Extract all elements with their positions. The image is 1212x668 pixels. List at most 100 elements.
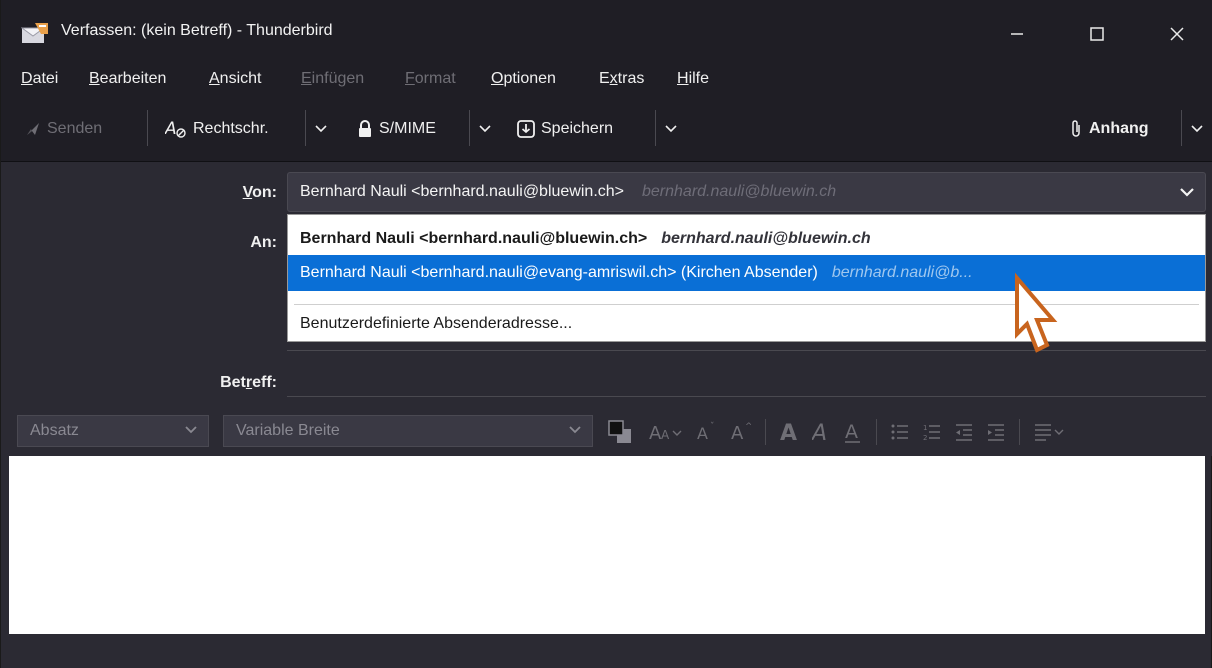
chevron-down-icon [315,125,327,133]
menu-datei[interactable]: Datei [21,70,58,88]
numbered-list-icon[interactable]: 12 [923,423,941,441]
from-identity: Bernhard Nauli <bernhard.nauli@bluewin.c… [300,183,624,200]
spellcheck-button[interactable]: A Rechtschr. [165,118,269,140]
save-icon [517,120,535,138]
align-icon[interactable] [1034,423,1064,441]
attach-dropdown[interactable] [1187,118,1207,140]
svg-text:A: A [731,423,744,443]
svg-text:2: 2 [923,434,927,441]
paragraph-format-value: Absatz [30,422,79,439]
menu-hilfe[interactable]: Hilfe [677,70,709,88]
identity-option-name: Bernhard Nauli <bernhard.nauli@evang-amr… [300,264,818,281]
bold-icon[interactable]: A [780,421,798,443]
menu-bearbeiten[interactable]: Bearbeiten [89,70,166,88]
maximize-button[interactable] [1071,14,1123,54]
smime-label: S/MIME [379,120,436,137]
indent-icon[interactable] [987,423,1005,441]
identity-option-email: bernhard.nauli@b... [831,264,973,281]
smime-button[interactable]: S/MIME [357,118,436,140]
toolbar-divider [147,110,148,146]
svg-text:A: A [165,119,177,139]
chevron-down-icon [665,125,677,133]
send-icon [27,123,39,135]
chevron-down-icon [1191,125,1203,133]
subject-label: Betreff: [220,374,277,391]
compose-toolbar: Senden A Rechtschr. S/MIME Speichern Anh… [1,96,1212,162]
format-divider [876,419,877,445]
title-bar: Verfassen: (kein Betreff) - Thunderbird [1,0,1212,64]
format-icons: AA Aˇ A ^ A A A 12 [607,418,1064,446]
format-divider [1019,419,1020,445]
text-color-icon[interactable] [607,419,635,445]
chevron-down-icon [479,125,491,133]
identity-option-custom[interactable]: Benutzerdefinierte Absenderadresse... [288,306,1205,342]
svg-text:1: 1 [923,424,927,432]
format-toolbar: Absatz Variable Breite AA Aˇ A ^ A A A 12 [1,406,1212,456]
spellcheck-icon: A [165,119,186,139]
to-field-underline [287,350,1206,351]
menu-ansicht[interactable]: Ansicht [209,70,261,88]
subject-input[interactable] [287,396,1206,397]
window-title: Verfassen: (kein Betreff) - Thunderbird [61,22,333,39]
to-label: An: [250,234,277,251]
toolbar-divider [1181,110,1182,146]
svg-text:A: A [697,424,708,443]
chevron-down-icon [185,426,197,434]
close-icon [1170,27,1184,41]
font-value: Variable Breite [236,422,340,439]
send-label: Senden [47,120,103,137]
identity-option-name: Benutzerdefinierte Absenderadresse... [300,315,573,332]
from-identity-email: bernhard.nauli@bluewin.ch [642,183,837,200]
close-button[interactable] [1151,14,1203,54]
minimize-button[interactable] [991,14,1043,54]
svg-text:ˇ: ˇ [710,421,715,432]
menu-einfuegen[interactable]: Einfügen [301,70,364,88]
from-select[interactable]: Bernhard Nauli <bernhard.nauli@bluewin.c… [287,172,1206,212]
attach-label: Anhang [1089,120,1149,137]
italic-icon[interactable]: A [812,421,830,443]
identity-option-email: bernhard.nauli@bluewin.ch [661,230,871,247]
identity-option-name: Bernhard Nauli <bernhard.nauli@bluewin.c… [300,230,648,247]
paperclip-icon [1072,120,1080,137]
font-select[interactable]: Variable Breite [223,415,593,447]
menu-optionen[interactable]: Optionen [491,70,556,88]
lock-icon [359,120,371,137]
increase-font-icon[interactable]: A ^ [731,421,751,443]
message-body-editor[interactable] [9,456,1205,634]
bullet-list-icon[interactable] [891,423,909,441]
menu-format[interactable]: Format [405,70,456,88]
menu-bar: Datei Bearbeiten Ansicht Einfügen Format… [1,64,1212,96]
spellcheck-label: Rechtschr. [193,120,269,137]
format-divider [765,419,766,445]
paragraph-format-select[interactable]: Absatz [17,415,209,447]
spellcheck-dropdown[interactable] [311,118,331,140]
attach-button[interactable]: Anhang [1069,118,1149,140]
mouse-pointer-icon [1015,272,1058,353]
identity-option-bluewin[interactable]: Bernhard Nauli <bernhard.nauli@bluewin.c… [288,221,1205,257]
send-button[interactable]: Senden [25,118,102,140]
svg-text:A: A [780,421,797,443]
save-button[interactable]: Speichern [517,118,613,140]
decrease-font-icon[interactable]: Aˇ [697,421,717,443]
minimize-icon [1011,33,1023,35]
from-label: Von: [242,184,277,201]
toolbar-divider [655,110,656,146]
svg-text:A: A [845,421,858,443]
save-dropdown[interactable] [661,118,681,140]
toolbar-divider [469,110,470,146]
menu-extras[interactable]: Extras [599,70,644,88]
toolbar-divider [305,110,306,146]
svg-text:A: A [812,421,827,443]
chevron-down-icon [1180,188,1194,197]
font-size-icon[interactable]: AA [649,421,683,443]
from-identity-list: Bernhard Nauli <bernhard.nauli@bluewin.c… [287,214,1206,342]
outdent-icon[interactable] [955,423,973,441]
smime-dropdown[interactable] [475,118,495,140]
underline-icon[interactable]: A [844,421,862,443]
maximize-icon [1090,27,1104,41]
svg-text:A: A [661,428,670,442]
chevron-down-icon [569,426,581,434]
svg-text:^: ^ [745,422,751,432]
compose-envelope-icon [21,23,48,43]
identity-option-evang-amriswil[interactable]: Bernhard Nauli <bernhard.nauli@evang-amr… [288,255,1205,291]
